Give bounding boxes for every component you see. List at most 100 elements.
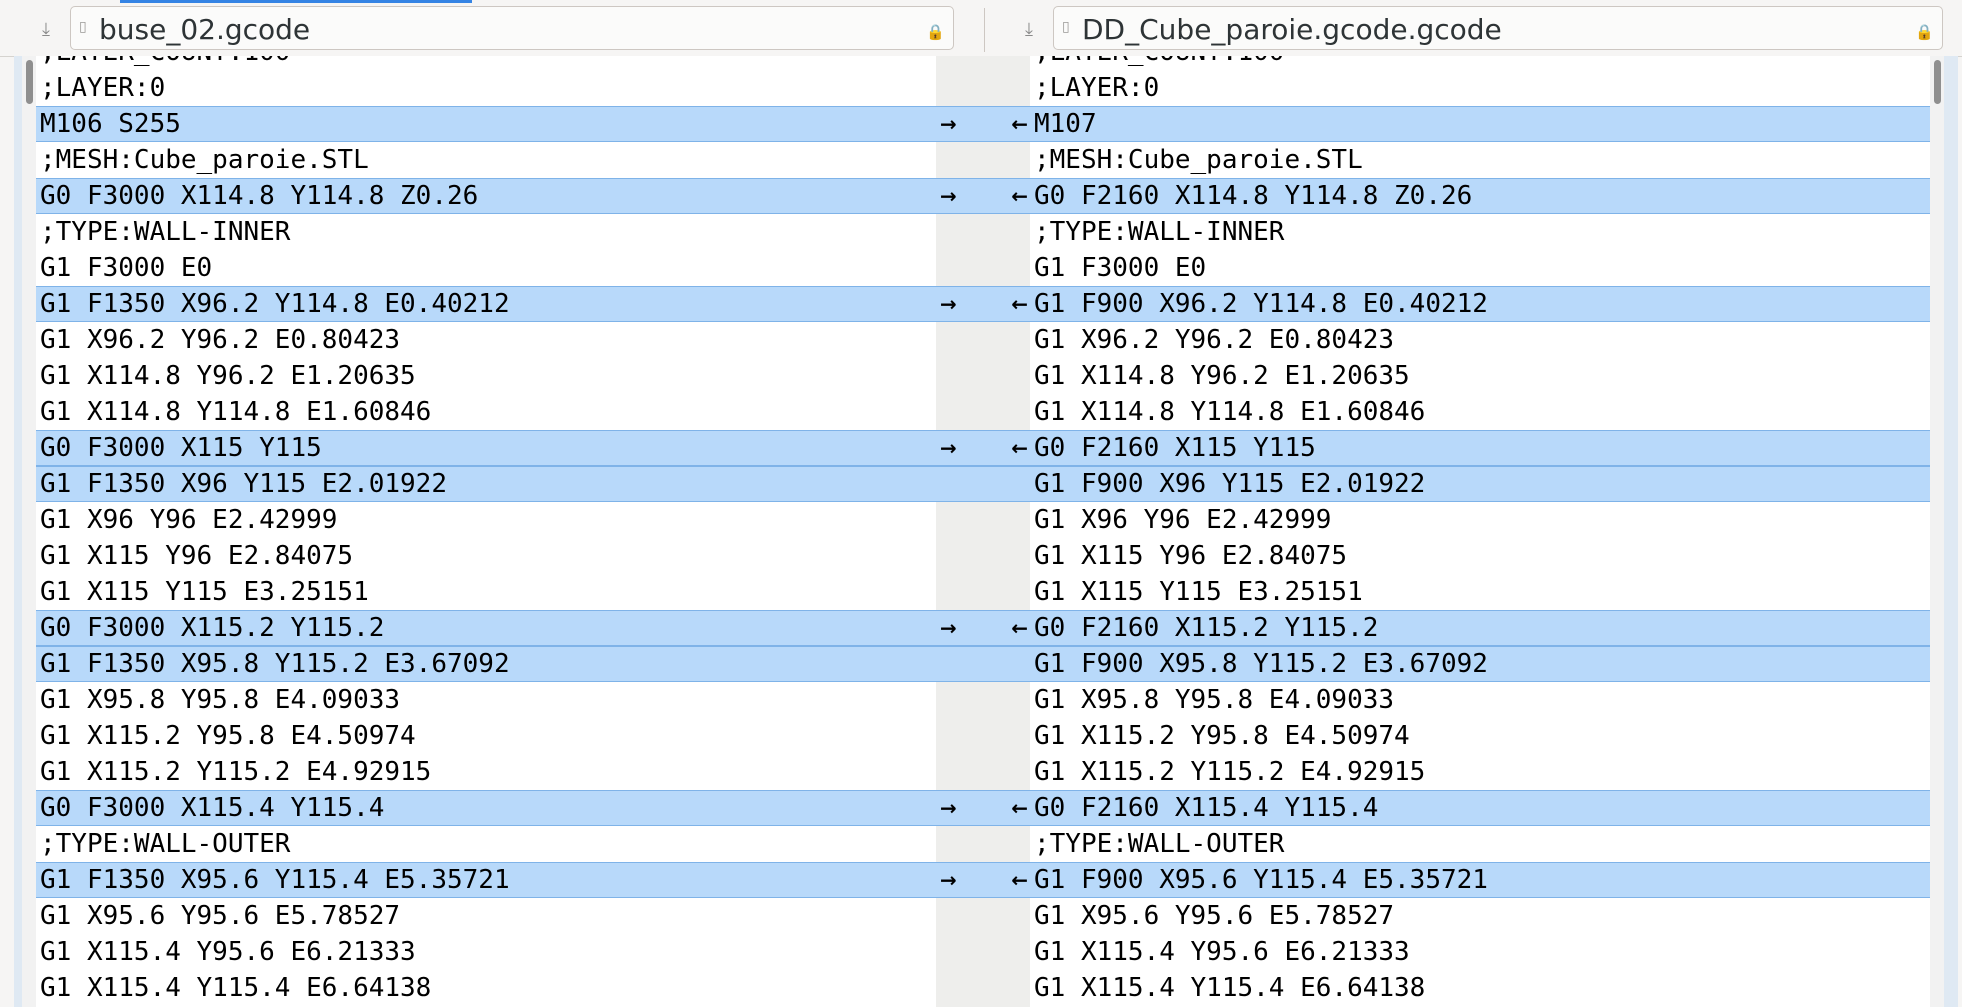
left-code-line[interactable]: G1 F1350 X95.6 Y115.4 E5.35721	[36, 862, 936, 898]
push-right-arrow-icon[interactable]: →	[940, 287, 957, 321]
left-code-line[interactable]: G1 X95.6 Y95.6 E5.78527	[36, 898, 936, 934]
left-code-line[interactable]: G1 X115.2 Y95.8 E4.50974	[36, 718, 936, 754]
line-text: G1 X115.2 Y95.8 E4.50974	[1034, 721, 1410, 751]
lock-icon: 🔒	[926, 23, 945, 41]
right-code-line[interactable]: G1 F900 X96 Y115 E2.01922	[1030, 466, 1930, 502]
header-divider	[984, 8, 985, 52]
left-code-line[interactable]: G1 X115.4 Y95.6 E6.21333	[36, 934, 936, 970]
line-text: G0 F3000 X114.8 Y114.8 Z0.26	[40, 181, 479, 211]
left-code-line[interactable]: G1 X96 Y96 E2.42999	[36, 502, 936, 538]
push-left-arrow-icon[interactable]: ←	[1011, 287, 1028, 321]
right-code-line[interactable]: G1 X96 Y96 E2.42999	[1030, 502, 1930, 538]
left-code-line[interactable]: G1 X114.8 Y96.2 E1.20635	[36, 358, 936, 394]
right-code-line[interactable]: G0 F2160 X115.4 Y115.4	[1030, 790, 1930, 826]
right-code-line[interactable]: G1 F3000 E0	[1030, 250, 1930, 286]
left-code-line[interactable]: G1 X95.8 Y95.8 E4.09033	[36, 682, 936, 718]
save-right-button[interactable]: ⤓	[1015, 14, 1043, 44]
right-scrollbar[interactable]	[1930, 56, 1944, 1007]
left-code-line[interactable]: M106 S255	[36, 106, 936, 142]
left-code-line[interactable]: G1 X115 Y96 E2.84075	[36, 538, 936, 574]
line-text: ;TYPE:WALL-OUTER	[40, 829, 291, 859]
left-code-line[interactable]: G1 F1350 X96.2 Y114.8 E0.40212	[36, 286, 936, 322]
download-arrow-icon: ⤓	[42, 18, 50, 40]
right-code-line[interactable]: G0 F2160 X114.8 Y114.8 Z0.26	[1030, 178, 1930, 214]
right-code-line[interactable]: ;LAYER_COUNT:100	[1030, 56, 1930, 70]
line-text: ;MESH:Cube_paroie.STL	[40, 145, 369, 175]
line-text: G0 F2160 X115.2 Y115.2	[1034, 613, 1379, 643]
push-right-arrow-icon[interactable]: →	[940, 107, 957, 141]
left-code-line[interactable]: G0 F3000 X115.2 Y115.2	[36, 610, 936, 646]
left-code-line[interactable]: G0 F3000 X115 Y115	[36, 430, 936, 466]
line-text: ;LAYER_COUNT:100	[1034, 56, 1284, 70]
push-left-arrow-icon[interactable]: ←	[1011, 179, 1028, 213]
line-text: G1 X114.8 Y96.2 E1.20635	[40, 361, 416, 391]
line-text: G1 F900 X96 Y115 E2.01922	[1034, 469, 1426, 499]
push-right-arrow-icon[interactable]: →	[940, 431, 957, 465]
right-code-line[interactable]: ;LAYER:0	[1030, 70, 1930, 106]
line-text: G1 X115 Y115 E3.25151	[40, 577, 369, 607]
diff-link: → ←	[936, 178, 1030, 214]
right-text-pane[interactable]: ;LAYER_COUNT:100 ;LAYER:0 M107 ;MESH:Cube_p…	[1030, 56, 1930, 1007]
left-file-chooser[interactable]: ▯ buse_02.gcode 🔒	[70, 6, 954, 50]
line-text: G1 X115.2 Y115.2 E4.92915	[40, 757, 432, 787]
left-code-line[interactable]: G0 F3000 X115.4 Y115.4	[36, 790, 936, 826]
line-text: ;TYPE:WALL-INNER	[40, 217, 291, 247]
right-code-line[interactable]: G1 X115.2 Y95.8 E4.50974	[1030, 718, 1930, 754]
right-code-line[interactable]: G1 X115 Y115 E3.25151	[1030, 574, 1930, 610]
left-text-pane[interactable]: ;LAYER_COUNT:100 ;LAYER:0 M106 S255 ;MESH:C…	[36, 56, 936, 1007]
right-code-line[interactable]: G1 X115.4 Y115.4 E6.64138	[1030, 970, 1930, 1006]
right-code-line[interactable]: G1 X115.2 Y115.2 E4.92915	[1030, 754, 1930, 790]
push-right-arrow-icon[interactable]: →	[940, 863, 957, 897]
push-left-arrow-icon[interactable]: ←	[1011, 107, 1028, 141]
left-code-line[interactable]: G1 X96.2 Y96.2 E0.80423	[36, 322, 936, 358]
push-right-arrow-icon[interactable]: →	[940, 791, 957, 825]
right-scroll-thumb[interactable]	[1934, 60, 1941, 104]
push-left-arrow-icon[interactable]: ←	[1011, 791, 1028, 825]
line-text: G1 X95.6 Y95.6 E5.78527	[1034, 901, 1395, 931]
right-code-line[interactable]: G1 F900 X95.6 Y115.4 E5.35721	[1030, 862, 1930, 898]
left-code-line[interactable]: G1 X115.4 Y115.4 E6.64138	[36, 970, 936, 1006]
right-code-line[interactable]: ;MESH:Cube_paroie.STL	[1030, 142, 1930, 178]
right-code-line[interactable]: G1 F900 X95.8 Y115.2 E3.67092	[1030, 646, 1930, 682]
right-code-line[interactable]: G1 X114.8 Y96.2 E1.20635	[1030, 358, 1930, 394]
download-arrow-icon: ⤓	[1025, 18, 1033, 40]
right-overview-map[interactable]	[1944, 56, 1958, 1007]
save-left-button[interactable]: ⤓	[32, 14, 60, 44]
right-code-line[interactable]: G0 F2160 X115 Y115	[1030, 430, 1930, 466]
left-code-line[interactable]: ;LAYER_COUNT:100	[36, 56, 936, 70]
right-code-line[interactable]: ;TYPE:WALL-INNER	[1030, 214, 1930, 250]
push-left-arrow-icon[interactable]: ←	[1011, 611, 1028, 645]
left-code-line[interactable]: G1 X115.2 Y115.2 E4.92915	[36, 754, 936, 790]
left-code-line[interactable]: ;TYPE:WALL-INNER	[36, 214, 936, 250]
right-code-line[interactable]: G1 X115 Y96 E2.84075	[1030, 538, 1930, 574]
left-code-line[interactable]: ;TYPE:WALL-OUTER	[36, 826, 936, 862]
right-code-line[interactable]: G1 X96.2 Y96.2 E0.80423	[1030, 322, 1930, 358]
left-code-line[interactable]: G0 F3000 X114.8 Y114.8 Z0.26	[36, 178, 936, 214]
right-code-line[interactable]: ;TYPE:WALL-OUTER	[1030, 826, 1930, 862]
right-code-line[interactable]: G0 F2160 X115.2 Y115.2	[1030, 610, 1930, 646]
left-code-line[interactable]: G1 F3000 E0	[36, 250, 936, 286]
left-code-line[interactable]: G1 F1350 X95.8 Y115.2 E3.67092	[36, 646, 936, 682]
right-file-chooser[interactable]: ▯ DD_Cube_paroie.gcode.gcode 🔒	[1053, 6, 1943, 50]
left-code-line[interactable]: G1 X115 Y115 E3.25151	[36, 574, 936, 610]
push-left-arrow-icon[interactable]: ←	[1011, 863, 1028, 897]
right-code-line[interactable]: G1 F900 X96.2 Y114.8 E0.40212	[1030, 286, 1930, 322]
right-filename: DD_Cube_paroie.gcode.gcode	[1082, 13, 1502, 46]
left-scroll-thumb[interactable]	[26, 60, 33, 104]
left-code-line[interactable]: ;LAYER:0	[36, 70, 936, 106]
push-right-arrow-icon[interactable]: →	[940, 611, 957, 645]
left-code-line[interactable]: G1 X114.8 Y114.8 E1.60846	[36, 394, 936, 430]
right-code-line[interactable]: M107	[1030, 106, 1930, 142]
diff-link	[936, 646, 1030, 682]
line-text: G1 X96.2 Y96.2 E0.80423	[1034, 325, 1395, 355]
right-code-line[interactable]: G1 X95.6 Y95.6 E5.78527	[1030, 898, 1930, 934]
left-code-line[interactable]: ;MESH:Cube_paroie.STL	[36, 142, 936, 178]
push-left-arrow-icon[interactable]: ←	[1011, 431, 1028, 465]
right-code-line[interactable]: G1 X115.4 Y95.6 E6.21333	[1030, 934, 1930, 970]
left-code-line[interactable]: G1 F1350 X96 Y115 E2.01922	[36, 466, 936, 502]
left-scrollbar[interactable]	[22, 56, 36, 1007]
right-code-line[interactable]: G1 X114.8 Y114.8 E1.60846	[1030, 394, 1930, 430]
right-code-line[interactable]: G1 X95.8 Y95.8 E4.09033	[1030, 682, 1930, 718]
line-text: M107	[1034, 109, 1097, 139]
push-right-arrow-icon[interactable]: →	[940, 179, 957, 213]
